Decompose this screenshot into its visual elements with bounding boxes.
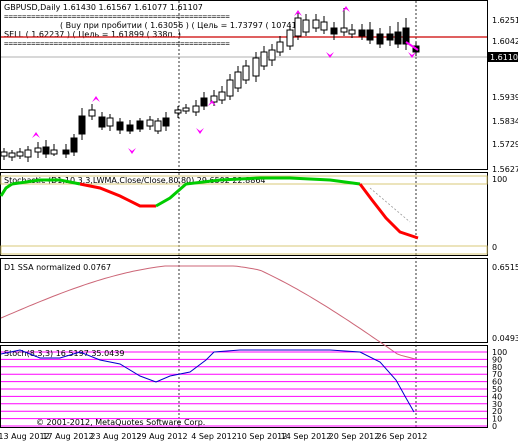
candle[interactable] [174, 109, 182, 114]
time-axis-label: 26 Sep 2012 [377, 432, 428, 441]
copyright-text: © 2001-2012, MetaQuotes Software Corp. [36, 418, 205, 427]
scale-label: 0 [492, 243, 497, 252]
candle[interactable] [260, 51, 268, 67]
scale-label: 0 [492, 422, 497, 431]
svg-text:1.58345: 1.58345 [492, 117, 518, 126]
candle[interactable] [312, 19, 320, 29]
candle[interactable] [252, 57, 260, 77]
candle[interactable] [62, 149, 70, 155]
candle[interactable] [286, 29, 294, 47]
candle[interactable] [218, 91, 226, 101]
candle[interactable] [386, 33, 394, 41]
candle[interactable] [358, 29, 366, 37]
chart-header: GBPUSD,Daily 1.61430 1.61567 1.61077 1.6… [4, 3, 203, 12]
candle[interactable] [154, 120, 162, 132]
candle[interactable] [50, 149, 58, 155]
time-axis-label: 17 Aug 2012 [42, 432, 93, 441]
svg-text:1.59390: 1.59390 [492, 93, 518, 102]
time-axis-label: 4 Sep 2012 [191, 432, 237, 441]
candle[interactable] [8, 152, 16, 158]
candle[interactable] [98, 116, 106, 128]
candle[interactable] [268, 49, 276, 61]
svg-text:1.60420: 1.60420 [492, 37, 518, 46]
sell-signal-text: SELL ( 1.62237 ) ( Цель = 1.61899 ( 338п… [4, 30, 181, 39]
candle[interactable] [394, 31, 402, 45]
candle[interactable] [0, 151, 8, 157]
candle[interactable] [162, 117, 170, 127]
candle[interactable] [330, 27, 338, 35]
stoch-scale: 1009080706050403020100 [492, 348, 507, 431]
candle[interactable] [366, 29, 374, 41]
candle[interactable] [402, 27, 410, 45]
candle[interactable] [376, 33, 384, 45]
time-axis-label: 20 Sep 2012 [329, 432, 380, 441]
time-axis-label: 23 Aug 2012 [90, 432, 141, 441]
candle[interactable] [16, 151, 24, 157]
candle[interactable] [226, 79, 234, 97]
candle[interactable] [34, 147, 42, 153]
candle[interactable] [182, 107, 190, 112]
svg-text:1.62515: 1.62515 [492, 16, 518, 25]
candle[interactable] [242, 65, 250, 81]
candle[interactable] [192, 105, 200, 113]
candle[interactable] [294, 17, 302, 37]
buy-signal-text: ( Buy при пробитии ( 1.63056 ) ( Цель = … [60, 21, 310, 30]
candle[interactable] [70, 137, 78, 153]
candle[interactable] [88, 109, 96, 117]
candle[interactable] [276, 41, 284, 53]
price-scale: 1.62515 1.60420 1.59390 1.58345 1.57290 … [492, 16, 518, 174]
candle[interactable] [348, 29, 356, 35]
candle[interactable] [200, 97, 208, 107]
candle[interactable] [302, 19, 310, 33]
scale-label: 100 [492, 175, 507, 184]
time-axis-label: 29 Aug 2012 [136, 432, 187, 441]
scale-label: 0.0493 [492, 334, 518, 343]
svg-text:1.57290: 1.57290 [492, 140, 518, 149]
candle[interactable] [320, 21, 328, 31]
candle[interactable] [234, 71, 242, 89]
candle[interactable] [136, 120, 144, 130]
trading-terminal-chart[interactable]: GBPUSD,Daily 1.61430 1.61567 1.61077 1.6… [0, 0, 518, 444]
candle[interactable] [106, 117, 114, 127]
current-price-label: 1.61107 [490, 53, 518, 62]
separator-line: ========================================… [4, 12, 230, 21]
ssa-label: D1 SSA normalized 0.0767 [4, 263, 111, 272]
svg-text:1.56270: 1.56270 [492, 165, 518, 174]
time-axis-label: 14 Sep 2012 [281, 432, 332, 441]
scale-label: 0.6515 [492, 263, 518, 272]
candle[interactable] [42, 146, 50, 155]
time-axis: 13 Aug 201217 Aug 201223 Aug 201229 Aug … [0, 432, 427, 441]
separator-line: ========================================… [4, 39, 230, 48]
candle[interactable] [24, 149, 32, 158]
candle[interactable] [78, 115, 86, 135]
candle[interactable] [340, 27, 348, 33]
candle[interactable] [126, 124, 134, 132]
candle[interactable] [116, 121, 124, 131]
candle[interactable] [146, 119, 154, 127]
